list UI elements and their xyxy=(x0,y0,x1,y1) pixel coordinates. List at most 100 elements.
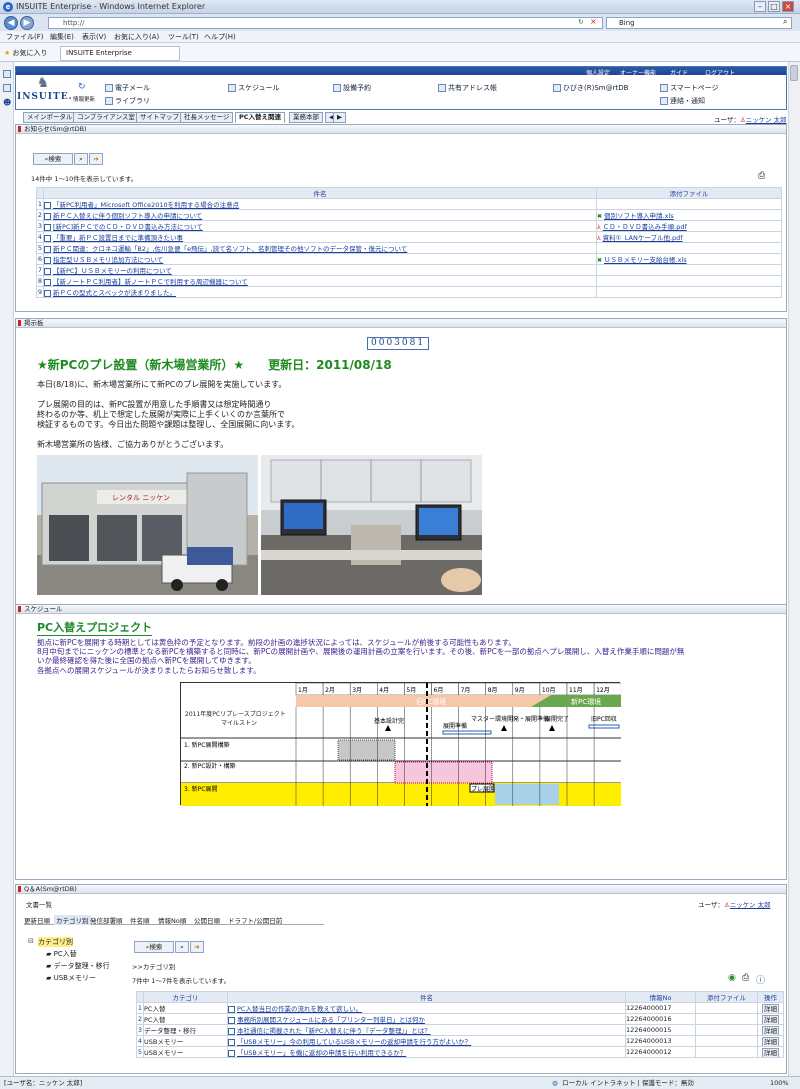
view-tab[interactable]: 発信部署順 xyxy=(90,915,123,925)
news-row[interactable]: 1 「新PC利用者」Microsoft Office2010を利用する場合の注意点 xyxy=(36,198,782,210)
news-file-cell[interactable] xyxy=(596,242,782,254)
schedule-link[interactable]: スケジュール xyxy=(228,83,280,93)
menu-favorites[interactable]: お気に入り(A) xyxy=(114,32,159,42)
qa-subject-cell[interactable]: 「USBメモリー」今の利用しているUSBメモリーの返却申請を行う方がよいか？ xyxy=(227,1035,626,1047)
view-tab[interactable]: ドラフト/公開日前 xyxy=(228,915,282,925)
menu-help[interactable]: ヘルプ(H) xyxy=(204,32,236,42)
news-row[interactable]: 3 [新PC]新ＰＣでのＣＤ・ＤＶＤ書込み方法について ⅄ ＣＤ・ＤＶＤ書込み手順.p… xyxy=(36,220,782,232)
news-subject-link[interactable]: 新ＰＣ入替えに伴う個別ソフト導入の申請について xyxy=(53,212,202,220)
qa-search-button[interactable]: ⌕検索 xyxy=(134,941,174,953)
refresh-icon[interactable]: ↻ xyxy=(578,18,584,26)
view-tab[interactable]: 公開日順 xyxy=(194,915,220,925)
news-file-cell[interactable] xyxy=(596,286,782,298)
address-book-link[interactable]: 共有アドレス帳 xyxy=(438,83,497,93)
detail-button[interactable]: 詳細 xyxy=(762,1048,779,1057)
personal-settings-link[interactable]: 個人設定 xyxy=(586,68,610,77)
news-subject-cell[interactable]: 【新ノートＰＣ利用者】新ノートＰＣで利用する周辺機器について xyxy=(43,275,597,287)
menu-file[interactable]: ファイル(F) xyxy=(6,32,44,42)
news-file-cell[interactable]: ⅄ ＣＤ・ＤＶＤ書込み手順.pdf xyxy=(596,220,782,232)
user-name-link[interactable]: ニッケン 太郎 xyxy=(746,116,787,124)
qa-row[interactable]: 5 USBメモリー 「USBメモリー」を機に返却の申請を行い利用できるか？ 12264… xyxy=(136,1046,784,1058)
menu-tools[interactable]: ツール(T) xyxy=(168,32,199,42)
detail-button[interactable]: 詳細 xyxy=(762,1015,779,1024)
maximize-button[interactable]: □ xyxy=(768,1,780,12)
panel-icon-2[interactable] xyxy=(3,84,11,92)
owner-functions-link[interactable]: オーナー機能 xyxy=(620,68,656,77)
stop-icon[interactable]: × xyxy=(590,17,597,26)
facility-link[interactable]: 設備予約 xyxy=(333,83,371,93)
news-subject-link[interactable]: 【新PC】ＵＳＢメモリーの利用について xyxy=(53,267,172,275)
qa-user-name[interactable]: ニッケン 太郎 xyxy=(730,901,771,909)
tab-sitemap[interactable]: サイトマップ xyxy=(136,112,183,123)
tree-node[interactable]: ▰ PC入替 xyxy=(46,949,77,959)
news-row[interactable]: 9 新ＰＣの型式とスペックが決まりました。 xyxy=(36,286,782,298)
notice-link[interactable]: 連絡・通知 xyxy=(660,96,705,106)
tree-root[interactable]: カテゴリ別 xyxy=(38,937,73,947)
library-link[interactable]: ライブラリ xyxy=(105,96,150,106)
refresh-info-icon[interactable]: ↻ xyxy=(78,82,86,92)
print-icon[interactable]: ⎙ xyxy=(758,171,765,181)
news-file-link[interactable]: ＵＳＢメモリー支給台帳.xls xyxy=(604,256,687,264)
news-file-link[interactable]: ＣＤ・ＤＶＤ書込み手順.pdf xyxy=(603,223,687,231)
news-subject-link[interactable]: 新ＰＣ関連：クロネコ運輸「B2」,佐川急便「e飛伝」,読て名ソフト、名刺管理その… xyxy=(53,245,407,253)
tab-main-portal[interactable]: メインポータル xyxy=(23,112,77,123)
news-file-link[interactable]: 資料①_LANケーブル他.pdf xyxy=(603,234,683,242)
qa-subject-cell[interactable]: 「USBメモリー」を機に返却の申請を行い利用できるか？ xyxy=(227,1046,626,1058)
qa-subject-link[interactable]: 「USBメモリー」を機に返却の申請を行い利用できるか？ xyxy=(237,1049,406,1057)
news-file-cell[interactable]: ✖ ＵＳＢメモリー支給台帳.xls xyxy=(596,253,782,265)
scrollbar-thumb[interactable] xyxy=(790,65,798,81)
menu-view[interactable]: 表示(V) xyxy=(82,32,106,42)
insuite-logo[interactable]: ♞ INSUITE. xyxy=(17,74,72,106)
search-input[interactable]: Bing xyxy=(606,17,792,29)
qa-subject-link[interactable]: 「USBメモリー」今の利用しているUSBメモリーの返却申請を行う方がよいか？ xyxy=(237,1038,471,1046)
forward-button[interactable]: ▶ xyxy=(20,16,34,30)
news-file-link[interactable]: 個別ソフト導入申請.xls xyxy=(604,212,674,220)
news-next-button[interactable]: ➜ xyxy=(89,153,103,165)
user-icon[interactable]: ☻ xyxy=(3,98,11,107)
smartpage-link[interactable]: スマートページ xyxy=(660,83,719,93)
qa-subject-link[interactable]: PC入替当日の作業の流れを教えて欲しい。 xyxy=(237,1005,362,1013)
qa-subject-link[interactable]: 本社通信に掲載された「新PC入替えに伴う『データ整理』」とは？ xyxy=(237,1027,431,1035)
news-file-cell[interactable] xyxy=(596,198,782,210)
tabs-scroll-right[interactable]: ▶ xyxy=(333,112,346,123)
news-subject-cell[interactable]: [新PC]新ＰＣでのＣＤ・ＤＶＤ書込み方法について xyxy=(43,220,597,232)
tab-compliance[interactable]: コンプライアンス室 xyxy=(73,112,139,123)
tab-pc-replacement[interactable]: PC入替え関連 xyxy=(235,112,286,123)
news-row[interactable]: 6 指定型ＵＳＢメモリ追加方法について ✖ ＵＳＢメモリー支給台帳.xls xyxy=(36,253,782,265)
news-file-cell[interactable]: ⅄ 資料①_LANケーブル他.pdf xyxy=(596,231,782,243)
globe-icon[interactable]: ◉ xyxy=(728,973,736,983)
page-scrollbar[interactable] xyxy=(788,62,800,1076)
news-subject-link[interactable]: 「重要」新ＰＣ設置日までに準備頂きたい事 xyxy=(53,234,183,242)
email-link[interactable]: 電子メール xyxy=(105,83,150,93)
qa-row[interactable]: 4 USBメモリー 「USBメモリー」今の利用しているUSBメモリーの返却申請を行う… xyxy=(136,1035,784,1047)
logout-link[interactable]: ログアウト xyxy=(705,68,735,77)
news-subject-cell[interactable]: 新ＰＣの型式とスペックが決まりました。 xyxy=(43,286,597,298)
news-subject-link[interactable]: 【新ノートＰＣ利用者】新ノートＰＣで利用する周辺機器について xyxy=(53,278,248,286)
panel-icon[interactable] xyxy=(3,70,11,78)
qa-row[interactable]: 2 PC入替 事務所別展開スケジュールにある「プリンター列単日」とは何か 122640… xyxy=(136,1013,784,1025)
tree-node[interactable]: ▰ USBメモリー xyxy=(46,973,96,983)
qa-zoom-button[interactable]: ⌕ xyxy=(175,941,189,953)
news-row[interactable]: 8 【新ノートＰＣ利用者】新ノートＰＣで利用する周辺機器について xyxy=(36,275,782,287)
news-subject-cell[interactable]: 新ＰＣ関連：クロネコ運輸「B2」,佐川急便「e飛伝」,読て名ソフト、名刺管理その… xyxy=(43,242,597,254)
qa-subject-cell[interactable]: 事務所別展開スケジュールにある「プリンター列単日」とは何か xyxy=(227,1013,626,1025)
news-subject-cell[interactable]: 「重要」新ＰＣ設置日までに準備頂きたい事 xyxy=(43,231,597,243)
news-file-cell[interactable] xyxy=(596,275,782,287)
qa-subject-link[interactable]: 事務所別展開スケジュールにある「プリンター列単日」とは何か xyxy=(237,1016,425,1024)
tab-business-division[interactable]: 業務本部 xyxy=(289,112,323,123)
qa-row[interactable]: 1 PC入替 PC入替当日の作業の流れを教えて欲しい。 12264000017 詳細 xyxy=(136,1002,784,1014)
view-tab-active[interactable]: カテゴリ別 xyxy=(54,915,91,925)
back-button[interactable]: ◀ xyxy=(4,16,18,30)
browser-tab[interactable]: INSUITE Enterprise xyxy=(60,46,180,61)
news-row[interactable]: 5 新ＰＣ関連：クロネコ運輸「B2」,佐川急便「e飛伝」,読て名ソフト、名刺管理そ… xyxy=(36,242,782,254)
news-subject-cell[interactable]: 指定型ＵＳＢメモリ追加方法について xyxy=(43,253,597,265)
news-zoom-button[interactable]: ⌕ xyxy=(74,153,88,165)
news-subject-cell[interactable]: 【新PC】ＵＳＢメモリーの利用について xyxy=(43,264,597,276)
view-tab[interactable]: 更新日順 xyxy=(24,915,50,925)
news-row[interactable]: 2 新ＰＣ入替えに伴う個別ソフト導入の申請について ✖ 個別ソフト導入申請.xls xyxy=(36,209,782,221)
news-row[interactable]: 4 「重要」新ＰＣ設置日までに準備頂きたい事 ⅄ 資料①_LANケーブル他.pdf xyxy=(36,231,782,243)
tab-president-message[interactable]: 社長メッセージ xyxy=(180,112,234,123)
smartdb-link[interactable]: ひびき(R)Sm@rtDB xyxy=(553,83,628,93)
detail-button[interactable]: 詳細 xyxy=(762,1037,779,1046)
guide-link[interactable]: ガイド xyxy=(670,68,688,77)
